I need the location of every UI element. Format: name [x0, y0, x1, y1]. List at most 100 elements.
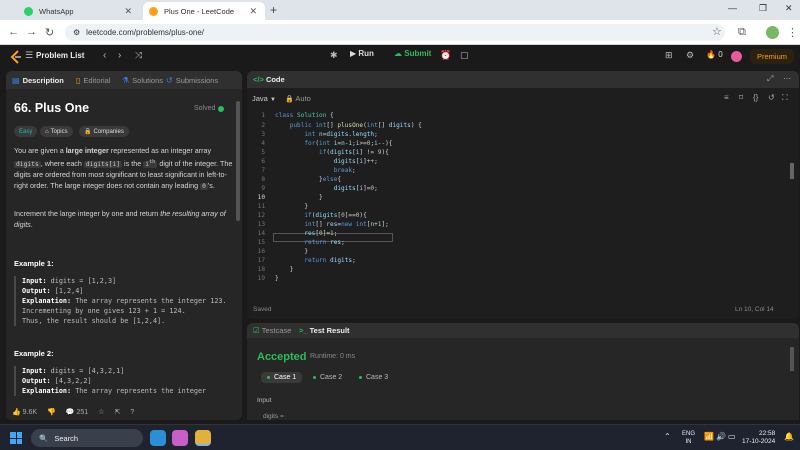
- extensions-icon[interactable]: ⧉: [738, 26, 746, 39]
- bookmark-star-icon[interactable]: ☆: [712, 25, 722, 38]
- result-scrollbar[interactable]: [790, 347, 794, 371]
- expand-icon[interactable]: ⤢: [767, 74, 773, 84]
- notification-bell-icon[interactable]: 🔔: [784, 432, 794, 441]
- text: Increment the large integer by one and r…: [14, 209, 161, 218]
- dislike-icon[interactable]: 👎: [47, 408, 56, 416]
- topics-chip[interactable]: ⌂ Topics: [40, 126, 73, 137]
- difficulty-chip[interactable]: Easy: [14, 126, 38, 137]
- case-tab-2[interactable]: Case 2: [313, 374, 342, 381]
- code-line: public int[] plusOne(int[] digits) {: [289, 122, 422, 129]
- fullscreen-icon[interactable]: ⛶: [782, 93, 788, 103]
- tab-whatsapp[interactable]: WhatsApp ✕: [18, 2, 140, 20]
- next-problem-icon[interactable]: ›: [118, 50, 121, 61]
- format-icon[interactable]: ≡: [724, 93, 729, 102]
- text: , where each: [40, 158, 84, 168]
- minimize-icon[interactable]: —: [728, 3, 737, 13]
- chevron-down-icon: ▼: [269, 97, 276, 103]
- layout-icon[interactable]: ⊞: [665, 50, 673, 61]
- chrome-icon[interactable]: [195, 430, 211, 446]
- example-explanation: Explanation: The array represents the in…: [22, 386, 234, 396]
- more-icon[interactable]: ⋯: [783, 74, 791, 83]
- taskbar-search[interactable]: 🔍 Search: [31, 429, 143, 447]
- settings-gear-icon[interactable]: ⚙: [686, 50, 694, 61]
- share-icon[interactable]: ⇱: [114, 408, 120, 416]
- site-info-icon[interactable]: ⚙: [73, 28, 80, 37]
- copilot-icon[interactable]: [172, 430, 188, 446]
- superscript: th: [149, 158, 156, 165]
- debug-icon[interactable]: ✱: [330, 50, 338, 61]
- auto-mode-toggle[interactable]: 🔒 Auto: [285, 94, 311, 103]
- close-tab-icon[interactable]: ✕: [249, 6, 257, 17]
- volume-icon[interactable]: 🔊: [716, 432, 726, 441]
- reload-icon[interactable]: ↻: [45, 26, 54, 39]
- description-scrollbar[interactable]: [236, 101, 240, 221]
- submit-button[interactable]: ☁ Submit: [394, 49, 431, 58]
- label: Output:: [22, 377, 51, 385]
- battery-icon[interactable]: ▭: [728, 432, 736, 441]
- close-tab-icon[interactable]: ✕: [124, 6, 132, 17]
- streak-counter[interactable]: 🔥 0: [706, 50, 723, 59]
- system-clock[interactable]: 22:58 17-10-2024: [742, 430, 775, 446]
- description-tabs: ▤ Description ▯ Editorial ⚗ Solutions ↺ Subm…: [6, 71, 242, 89]
- back-icon[interactable]: ←: [8, 26, 19, 38]
- leetcode-logo-icon[interactable]: [10, 50, 22, 64]
- streak-count: 0: [718, 50, 723, 59]
- runtime: Runtime: 0 ms: [310, 353, 356, 360]
- menu-icon[interactable]: ⋮: [787, 26, 798, 39]
- companies-chip[interactable]: 🔒 Companies: [79, 126, 129, 137]
- problem-list-link[interactable]: Problem List: [36, 51, 84, 60]
- like-button[interactable]: 👍 9.6K: [12, 408, 37, 416]
- tray-chevron-icon[interactable]: ⌃: [664, 432, 671, 441]
- comments-button[interactable]: 💬 251: [66, 408, 88, 416]
- code-header-label: Code: [265, 75, 285, 84]
- case-tab-3[interactable]: Case 3: [359, 374, 388, 381]
- code-scrollbar[interactable]: [790, 163, 794, 179]
- code-line: break;: [333, 167, 356, 174]
- help-icon[interactable]: ?: [130, 409, 134, 416]
- bookmark-icon[interactable]: ⌑: [739, 93, 743, 102]
- code-area[interactable]: 1 2 3 4 5 6 7 8 9 10 11 12 13 14 15 16 1…: [247, 109, 799, 293]
- language-select[interactable]: Java ▼: [252, 94, 276, 103]
- lock-icon: 🔒: [84, 129, 92, 135]
- tab-description[interactable]: ▤ Description: [12, 76, 64, 85]
- solved-status: Solved: [194, 105, 225, 112]
- close-window-icon[interactable]: ✕: [785, 3, 793, 14]
- tab-test-result[interactable]: >_ Test Result: [299, 326, 350, 335]
- new-tab-button[interactable]: +: [270, 3, 277, 17]
- submit-label: Submit: [404, 49, 432, 58]
- forward-icon[interactable]: →: [26, 26, 37, 38]
- tab-label: Submissions: [175, 76, 219, 85]
- reset-icon[interactable]: ↺: [768, 93, 775, 102]
- tab-label: Testcase: [261, 326, 292, 335]
- tab-submissions[interactable]: ↺ Submissions: [166, 76, 218, 85]
- edge-icon[interactable]: [150, 430, 166, 446]
- windows-start-icon[interactable]: [10, 432, 22, 444]
- tab-solutions[interactable]: ⚗ Solutions: [122, 76, 163, 85]
- case-tab-1[interactable]: Case 1: [261, 372, 303, 383]
- omnibox[interactable]: ⚙ leetcode.com/problems/plus-one/: [65, 24, 725, 41]
- braces-icon[interactable]: {}: [753, 93, 758, 102]
- tab-leetcode[interactable]: Plus One - LeetCode ✕: [143, 2, 265, 20]
- code-editor-panel: </> Code ⤢ ⋯ Java ▼ 🔒 Auto ≡ ⌑ {} ↺ ⛶ 1 …: [247, 71, 799, 319]
- favorite-star-icon[interactable]: ☆: [98, 408, 104, 416]
- line-number: 2: [261, 122, 265, 129]
- maximize-icon[interactable]: ❐: [759, 3, 767, 14]
- example-explanation: Explanation: The array represents the in…: [22, 296, 234, 306]
- wifi-icon[interactable]: 📶: [704, 432, 714, 441]
- tab-testcase[interactable]: ☑ Testcase: [253, 326, 291, 335]
- text: represented as an integer array: [108, 146, 212, 155]
- shuffle-icon[interactable]: ⤨: [135, 50, 142, 61]
- search-label: Search: [54, 433, 79, 443]
- prev-problem-icon[interactable]: ‹: [103, 50, 106, 61]
- run-button[interactable]: ▶ Run: [350, 49, 374, 58]
- tab-editorial[interactable]: ▯ Editorial: [76, 76, 111, 85]
- timer-icon[interactable]: ⏰: [440, 50, 451, 61]
- label: Explanation:: [22, 297, 72, 305]
- notes-icon[interactable]: ▢: [460, 50, 469, 61]
- language-indicator[interactable]: ENG IN: [682, 430, 695, 446]
- user-avatar[interactable]: [731, 51, 742, 62]
- tag-icon: ⌂: [45, 128, 49, 135]
- profile-avatar[interactable]: [766, 26, 779, 39]
- result-tabs: ☑ Testcase >_ Test Result: [247, 323, 799, 338]
- premium-button[interactable]: Premium: [750, 49, 794, 64]
